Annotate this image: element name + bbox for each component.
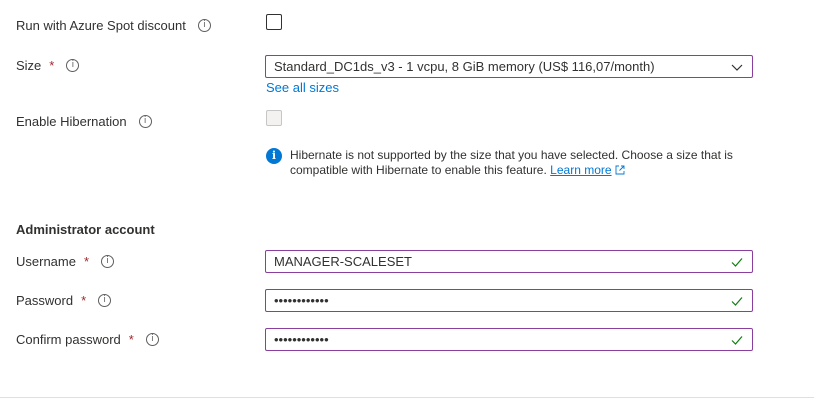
required-asterisk: *	[81, 293, 87, 308]
username-row: Username * i	[16, 254, 115, 269]
see-all-sizes-link[interactable]: See all sizes	[266, 80, 339, 95]
confirm-password-value: ••••••••••••	[274, 332, 329, 347]
info-icon[interactable]: i	[145, 333, 159, 346]
info-icon[interactable]: i	[66, 59, 80, 72]
required-asterisk: *	[49, 58, 55, 73]
spot-discount-checkbox[interactable]	[266, 14, 282, 30]
external-link-icon	[615, 165, 625, 175]
hibernation-notice-body: Hibernate is not supported by the size t…	[290, 148, 746, 178]
learn-more-link[interactable]: Learn more	[550, 163, 611, 177]
administrator-account-heading: Administrator account	[16, 222, 155, 237]
required-asterisk: *	[83, 254, 90, 269]
hibernation-notice-text: Hibernate is not supported by the size t…	[290, 148, 733, 177]
username-label: Username	[16, 254, 76, 269]
size-label: Size	[16, 58, 42, 73]
hibernation-checkbox[interactable]	[266, 110, 282, 126]
password-label: Password	[16, 293, 74, 308]
password-row: Password * i	[16, 293, 112, 308]
spot-discount-row: Run with Azure Spot discount i	[16, 18, 211, 33]
bottom-divider	[0, 397, 814, 398]
hibernation-notice: i Hibernate is not supported by the size…	[266, 148, 746, 178]
hibernation-row: Enable Hibernation i	[16, 114, 152, 129]
info-filled-icon: i	[266, 148, 282, 164]
password-value: ••••••••••••	[274, 293, 329, 308]
info-icon[interactable]: i	[138, 115, 152, 128]
required-asterisk: *	[128, 332, 134, 347]
size-selected-value: Standard_DC1ds_v3 - 1 vcpu, 8 GiB memory…	[274, 59, 655, 74]
spot-discount-label: Run with Azure Spot discount	[16, 18, 186, 33]
confirm-password-input[interactable]: ••••••••••••	[265, 328, 753, 351]
checkmark-icon	[731, 335, 743, 345]
confirm-password-row: Confirm password * i	[16, 332, 159, 347]
size-dropdown[interactable]: Standard_DC1ds_v3 - 1 vcpu, 8 GiB memory…	[265, 55, 753, 78]
checkmark-icon	[731, 257, 743, 267]
chevron-down-icon	[731, 64, 743, 71]
info-icon[interactable]: i	[197, 19, 211, 32]
checkmark-icon	[731, 296, 743, 306]
password-input[interactable]: ••••••••••••	[265, 289, 753, 312]
info-icon[interactable]: i	[98, 294, 112, 307]
hibernation-label: Enable Hibernation	[16, 114, 127, 129]
username-input[interactable]: MANAGER-SCALESET	[265, 250, 753, 273]
size-row: Size * i	[16, 58, 80, 73]
username-value: MANAGER-SCALESET	[274, 254, 412, 269]
info-icon[interactable]: i	[101, 255, 115, 268]
confirm-password-label: Confirm password	[16, 332, 121, 347]
